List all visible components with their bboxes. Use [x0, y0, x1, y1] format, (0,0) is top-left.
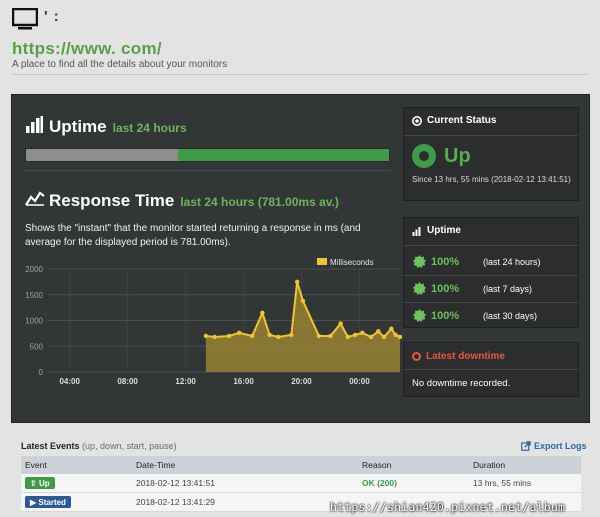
chart-data-point	[381, 334, 387, 340]
bar-chart-icon	[26, 116, 43, 133]
export-logs-link[interactable]: Export Logs	[521, 441, 587, 451]
col-duration: Duration	[473, 460, 506, 470]
table-row: ⇧ Up 2018-02-12 13:41:51 OK (200) 13 hrs…	[21, 474, 581, 493]
chart-data-point	[212, 334, 217, 340]
chart-data-point	[267, 332, 272, 338]
event-started-badge: ▶ Started	[25, 496, 71, 508]
site-name: ' :	[44, 8, 60, 25]
legend-swatch	[317, 258, 327, 265]
uptime-box: Uptime 100% (last 24 hours) 100% (last 7…	[403, 217, 579, 328]
response-time-chart: 2000 1500 1000 500 0 04:00 08:00 12:00 16:00 20:0…	[12, 255, 403, 390]
col-datetime: Date-Time	[136, 460, 176, 470]
col-reason: Reason	[362, 460, 392, 470]
event-filters: (up, down, start, pause)	[82, 441, 177, 451]
status-since: Since 13 hrs, 55 mins (2018-02-12 13:41:…	[412, 175, 571, 184]
chart-data-point	[300, 298, 306, 304]
legend-label: Milliseconds	[330, 258, 374, 267]
header-divider	[12, 74, 588, 75]
y-tick-label: 0	[39, 368, 44, 377]
check-badge-icon	[413, 255, 426, 268]
chart-data-point	[389, 326, 394, 331]
line-chart-icon	[25, 191, 45, 206]
chart-data-point	[250, 333, 255, 339]
check-badge-icon	[413, 282, 426, 295]
check-badge-icon	[413, 309, 426, 322]
response-time-heading: Response Time last 24 hours (781.00ms av…	[49, 191, 339, 210]
record-icon	[412, 115, 422, 126]
x-tick-label: 16:00	[233, 377, 254, 386]
chart-data-point	[352, 332, 358, 338]
current-status-title: Current Status	[427, 115, 497, 126]
chart-data-point	[328, 333, 333, 339]
monitor-panel: Uptime last 24 hours Response Time last …	[11, 94, 590, 423]
uptime-box-title: Uptime	[427, 225, 461, 236]
bar-chart-icon	[412, 226, 421, 236]
x-tick-label: 20:00	[291, 377, 312, 386]
chart-data-point	[260, 310, 265, 315]
uptime-heading: Uptime last 24 hours	[49, 117, 187, 136]
status-text: Up	[444, 144, 471, 167]
chart-data-point	[226, 333, 232, 339]
y-tick-label: 2000	[25, 265, 43, 274]
chart-data-point	[345, 334, 351, 340]
y-tick-label: 1000	[25, 317, 43, 326]
chart-data-point	[203, 333, 209, 339]
event-datetime: 2018-02-12 13:41:29	[136, 497, 215, 507]
event-reason: OK (200)	[362, 478, 397, 488]
site-tagline: A place to find all the details about yo…	[12, 59, 228, 70]
latest-downtime-title: Latest downtime	[426, 351, 505, 362]
chart-data-point	[289, 332, 294, 338]
uptime-row-30d: 100% (last 30 days)	[404, 302, 578, 329]
site-url[interactable]: https://www. com/	[12, 39, 162, 59]
y-tick-label: 500	[30, 342, 44, 351]
x-tick-label: 12:00	[175, 377, 196, 386]
chart-data-point	[397, 334, 403, 340]
chart-data-point	[338, 321, 343, 326]
response-time-description: Shows the "instant" that the monitor sta…	[25, 223, 361, 248]
uptime-bar-fill	[178, 149, 389, 161]
section-divider	[25, 170, 390, 171]
y-tick-label: 1500	[25, 291, 43, 300]
export-icon	[521, 441, 531, 451]
uptime-row-7d: 100% (last 7 days)	[404, 275, 578, 302]
latest-events-title: Latest Events (up, down, start, pause)	[21, 441, 177, 451]
chart-area-fill	[205, 281, 400, 372]
page-header: ' : https://www. com/ A place to find al…	[0, 0, 600, 78]
chart-data-point	[316, 333, 322, 339]
x-tick-label: 04:00	[59, 377, 80, 386]
chart-data-point	[376, 329, 381, 334]
watermark-text: https://shian420.pixnet.net/album	[330, 500, 566, 514]
event-datetime: 2018-02-12 13:41:51	[136, 478, 215, 488]
chart-data-point	[294, 279, 300, 285]
chart-data-point	[393, 332, 398, 338]
chart-data-point	[237, 330, 242, 336]
col-event: Event	[25, 460, 47, 470]
event-duration: 13 hrs, 55 mins	[473, 478, 532, 488]
event-up-badge: ⇧ Up	[25, 477, 55, 489]
chart-data-point	[360, 330, 365, 336]
uptime-bar	[25, 148, 390, 162]
no-downtime-text: No downtime recorded.	[412, 378, 511, 389]
monitor-icon	[12, 8, 38, 30]
uptime-row-24h: 100% (last 24 hours)	[404, 248, 578, 275]
chart-data-point	[368, 334, 374, 340]
current-status-box: Current Status Up Since 13 hrs, 55 mins …	[403, 107, 579, 201]
status-indicator: Up	[412, 144, 471, 168]
events-table-header: Event Date-Time Reason Duration	[21, 456, 581, 474]
status-up-icon	[412, 144, 436, 168]
chart-data-point	[276, 334, 281, 340]
response-chart-svg: 2000 1500 1000 500 0 04:00 08:00 12:00 16:00 20:0…	[25, 258, 403, 386]
x-tick-label: 08:00	[117, 377, 138, 386]
alert-circle-icon	[412, 352, 421, 361]
latest-downtime-box: Latest downtime No downtime recorded.	[403, 342, 579, 397]
x-tick-label: 00:00	[349, 377, 370, 386]
